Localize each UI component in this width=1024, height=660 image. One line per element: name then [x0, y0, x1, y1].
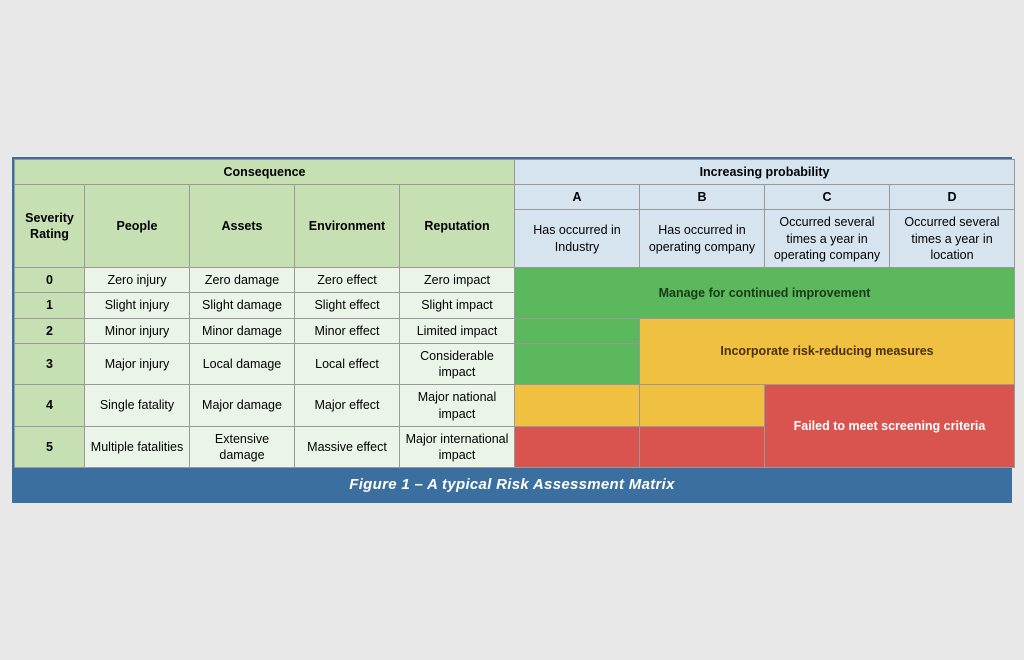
severity-rating-header: Severity Rating	[15, 185, 85, 268]
consequence-header: Consequence	[15, 159, 515, 184]
assets-4: Major damage	[190, 385, 295, 427]
people-0: Zero injury	[85, 268, 190, 293]
assets-1: Slight damage	[190, 293, 295, 318]
reputation-3: Considerable impact	[400, 343, 515, 385]
col-b-letter: B	[640, 185, 765, 210]
severity-0: 0	[15, 268, 85, 293]
environment-1: Slight effect	[295, 293, 400, 318]
zone-failed: Failed to meet screening criteria	[765, 385, 1015, 468]
reputation-1: Slight impact	[400, 293, 515, 318]
people-3: Major injury	[85, 343, 190, 385]
environment-5: Massive effect	[295, 426, 400, 468]
figure-caption: Figure 1 – A typical Risk Assessment Mat…	[14, 468, 1010, 501]
zone-yellow-4b	[640, 385, 765, 427]
environment-4: Major effect	[295, 385, 400, 427]
severity-1: 1	[15, 293, 85, 318]
environment-header: Environment	[295, 185, 400, 268]
assets-header: Assets	[190, 185, 295, 268]
zone-red-5a	[515, 426, 640, 468]
people-1: Slight injury	[85, 293, 190, 318]
zone-green-2a	[515, 318, 640, 343]
reputation-5: Major international impact	[400, 426, 515, 468]
risk-matrix-table: Consequence Increasing probability Sever…	[14, 159, 1015, 469]
col-d-letter: D	[890, 185, 1015, 210]
col-a-letter: A	[515, 185, 640, 210]
severity-4: 4	[15, 385, 85, 427]
environment-0: Zero effect	[295, 268, 400, 293]
table-row: 0 Zero injury Zero damage Zero effect Ze…	[15, 268, 1015, 293]
zone-incorporate: Incorporate risk-reducing measures	[640, 318, 1015, 385]
reputation-4: Major national impact	[400, 385, 515, 427]
severity-2: 2	[15, 318, 85, 343]
people-5: Multiple fatalities	[85, 426, 190, 468]
table-row: 2 Minor injury Minor damage Minor effect…	[15, 318, 1015, 343]
col-a-desc: Has occurred in Industry	[515, 210, 640, 268]
col-c-desc: Occurred several times a year in operati…	[765, 210, 890, 268]
col-d-desc: Occurred several times a year in locatio…	[890, 210, 1015, 268]
assets-0: Zero damage	[190, 268, 295, 293]
table-row: 4 Single fatality Major damage Major eff…	[15, 385, 1015, 427]
assets-3: Local damage	[190, 343, 295, 385]
reputation-header: Reputation	[400, 185, 515, 268]
severity-3: 3	[15, 343, 85, 385]
assets-2: Minor damage	[190, 318, 295, 343]
zone-manage: Manage for continued improvement	[515, 268, 1015, 319]
zone-red-5b	[640, 426, 765, 468]
zone-green-3a	[515, 343, 640, 385]
reputation-2: Limited impact	[400, 318, 515, 343]
environment-2: Minor effect	[295, 318, 400, 343]
risk-matrix-wrapper: Consequence Increasing probability Sever…	[12, 157, 1012, 504]
people-header: People	[85, 185, 190, 268]
reputation-0: Zero impact	[400, 268, 515, 293]
zone-yellow-4a	[515, 385, 640, 427]
people-2: Minor injury	[85, 318, 190, 343]
environment-3: Local effect	[295, 343, 400, 385]
people-4: Single fatality	[85, 385, 190, 427]
col-c-letter: C	[765, 185, 890, 210]
col-b-desc: Has occurred in operating company	[640, 210, 765, 268]
severity-5: 5	[15, 426, 85, 468]
probability-header: Increasing probability	[515, 159, 1015, 184]
assets-5: Extensive damage	[190, 426, 295, 468]
